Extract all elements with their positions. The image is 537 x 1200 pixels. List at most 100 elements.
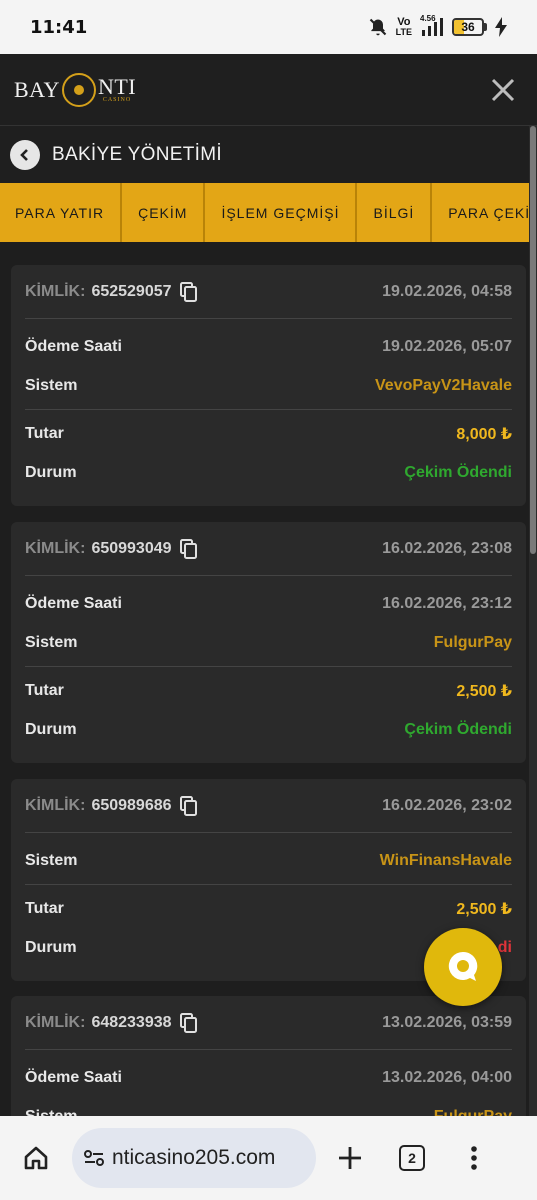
transaction-header: KİMLİK: 650993049 16.02.2026, 23:08 — [25, 522, 512, 576]
transaction-id: 650993049 — [91, 539, 172, 557]
payment-time-value: 16.02.2026, 23:12 — [382, 594, 512, 612]
system-value: WinFinansHavale — [379, 851, 512, 869]
system-value: VevoPayV2Havale — [375, 376, 512, 394]
payment-time-row: Ödeme Saati 19.02.2026, 05:07 — [25, 327, 512, 366]
amount-value: 2,500 ₺ — [456, 900, 512, 918]
status-label: Durum — [25, 463, 77, 481]
transaction-id-label: KİMLİK: — [25, 796, 86, 814]
scrollbar-thumb[interactable] — [530, 126, 536, 554]
status-bar: 11:41 Vo LTE 4.56 36 — [0, 0, 537, 54]
volte-bottom: LTE — [395, 27, 412, 37]
system-row: Sistem FulgurPay — [25, 1097, 512, 1117]
transaction-id: 648233938 — [91, 1013, 172, 1031]
mute-notifications-icon — [368, 17, 388, 37]
tab-withdraw[interactable]: ÇEKİM — [122, 183, 206, 242]
payment-time-label: Ödeme Saati — [25, 594, 122, 612]
volte-top: Vo — [397, 16, 411, 28]
tab-withdrawals[interactable]: PARA ÇEKİM — [432, 183, 537, 242]
transaction-id-label: KİMLİK: — [25, 1013, 86, 1031]
amount-label: Tutar — [25, 424, 64, 442]
site-logo[interactable]: BAY NTI CASINO — [14, 72, 137, 107]
transaction-header: KİMLİK: 648233938 13.02.2026, 03:59 — [25, 996, 512, 1050]
amount-row: Tutar 2,500 ₺ — [25, 671, 512, 710]
status-value: Çekim Ödendi — [404, 463, 512, 481]
signal-icon: 4.56 — [420, 14, 444, 36]
charging-icon — [495, 17, 507, 37]
transaction-id: 650989686 — [91, 796, 172, 814]
copy-icon[interactable] — [179, 281, 198, 302]
payment-time-value: 13.02.2026, 04:00 — [382, 1068, 512, 1086]
page-title: BAKİYE YÖNETİMİ — [52, 143, 222, 165]
page-title-bar: BAKİYE YÖNETİMİ — [0, 126, 537, 183]
amount-value: 8,000 ₺ — [456, 425, 512, 443]
balance-tabs: PARA YATIR ÇEKİM İŞLEM GEÇMİŞİ BİLGİ PAR… — [0, 183, 537, 242]
system-row: Sistem VevoPayV2Havale — [25, 366, 512, 405]
chevron-left-icon — [20, 148, 28, 161]
status-icons: Vo LTE 4.56 36 — [368, 14, 507, 37]
copy-icon[interactable] — [179, 1012, 198, 1033]
payment-time-label: Ödeme Saati — [25, 337, 122, 355]
site-settings-icon[interactable] — [82, 1146, 106, 1170]
transaction-date: 16.02.2026, 23:02 — [382, 796, 512, 814]
tab-info[interactable]: BİLGİ — [357, 183, 433, 242]
payment-time-value: 19.02.2026, 05:07 — [382, 337, 512, 355]
home-button[interactable] — [14, 1136, 58, 1180]
copy-icon[interactable] — [179, 795, 198, 816]
transaction-date: 19.02.2026, 04:58 — [382, 282, 512, 300]
address-bar[interactable]: nticasino205.com — [72, 1128, 316, 1188]
tab-deposit[interactable]: PARA YATIR — [0, 183, 123, 242]
status-value: Çekim Ödendi — [404, 720, 512, 738]
close-icon — [491, 78, 515, 101]
system-value: FulgurPay — [433, 633, 512, 651]
battery-percent: 36 — [461, 20, 475, 34]
battery-icon: 36 — [452, 18, 487, 36]
site-header: BAY NTI CASINO — [0, 54, 537, 126]
system-label: Sistem — [25, 376, 78, 394]
tab-count: 2 — [399, 1145, 425, 1171]
system-row: Sistem WinFinansHavale — [25, 841, 512, 880]
transaction-date: 13.02.2026, 03:59 — [382, 1013, 512, 1031]
payment-time-label: Ödeme Saati — [25, 1068, 122, 1086]
amount-row: Tutar 2,500 ₺ — [25, 889, 512, 928]
live-chat-button[interactable] — [424, 928, 502, 1006]
status-row: Durum Çekim Ödendi — [25, 453, 512, 492]
network-speed: 4.56 — [420, 14, 436, 23]
transaction-date: 16.02.2026, 23:08 — [382, 539, 512, 557]
amount-label: Tutar — [25, 681, 64, 699]
home-icon — [24, 1146, 48, 1170]
status-row: Durum Çekim Ödendi — [25, 710, 512, 749]
transaction-card: KİMLİK: 650993049 16.02.2026, 23:08 Ödem… — [11, 522, 526, 763]
system-label: Sistem — [25, 633, 78, 651]
chat-bubble-icon — [448, 951, 478, 981]
transaction-id-label: KİMLİK: — [25, 539, 86, 557]
logo-text-left: BAY — [14, 76, 60, 102]
back-button[interactable] — [10, 139, 40, 170]
status-label: Durum — [25, 938, 77, 956]
url-text: nticasino205.com — [112, 1146, 276, 1169]
transaction-id-label: KİMLİK: — [25, 282, 86, 300]
logo-roulette-icon — [61, 72, 96, 107]
status-label: Durum — [25, 720, 77, 738]
new-tab-button[interactable] — [328, 1136, 372, 1180]
tab-switcher-button[interactable]: 2 — [390, 1136, 434, 1180]
tab-transaction-history[interactable]: İŞLEM GEÇMİŞİ — [205, 183, 358, 242]
scrollbar[interactable] — [529, 126, 537, 1116]
amount-row: Tutar 8,000 ₺ — [25, 414, 512, 453]
system-value: FulgurPay — [433, 1107, 512, 1117]
more-vertical-icon — [471, 1146, 477, 1170]
transaction-card: KİMLİK: 648233938 13.02.2026, 03:59 Ödem… — [11, 996, 526, 1116]
browser-menu-button[interactable] — [452, 1136, 496, 1180]
transaction-header: KİMLİK: 652529057 19.02.2026, 04:58 — [25, 265, 512, 319]
amount-label: Tutar — [25, 899, 64, 917]
payment-time-row: Ödeme Saati 13.02.2026, 04:00 — [25, 1058, 512, 1097]
status-time: 11:41 — [30, 16, 88, 38]
browser-toolbar: nticasino205.com 2 — [0, 1116, 537, 1200]
system-row: Sistem FulgurPay — [25, 623, 512, 662]
system-label: Sistem — [25, 1107, 78, 1117]
transaction-id: 652529057 — [91, 282, 172, 300]
copy-icon[interactable] — [179, 538, 198, 559]
transaction-header: KİMLİK: 650989686 16.02.2026, 23:02 — [25, 779, 512, 833]
system-label: Sistem — [25, 851, 78, 869]
close-button[interactable] — [483, 70, 523, 110]
logo-text-right: NTI — [97, 73, 137, 99]
